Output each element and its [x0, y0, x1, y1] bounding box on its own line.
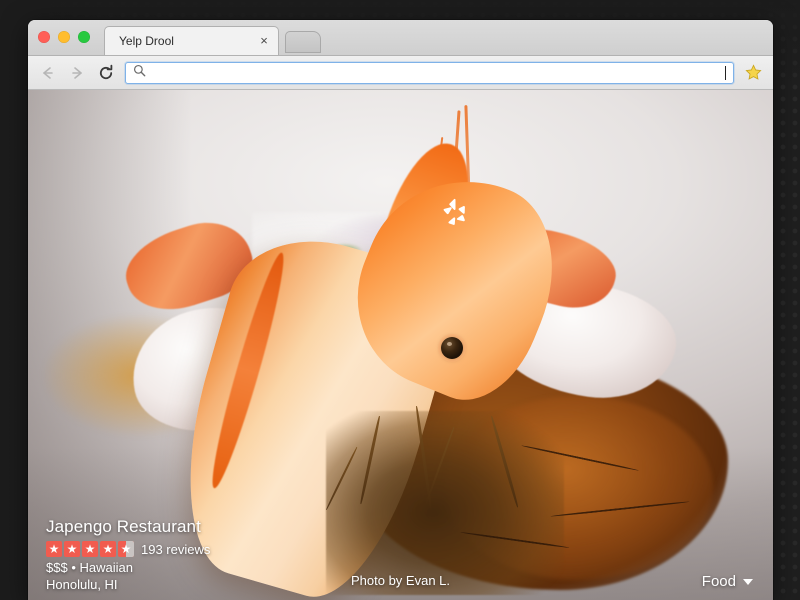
tab-strip: Yelp Drool ×	[28, 20, 773, 56]
back-arrow-icon[interactable]	[38, 63, 58, 83]
chevron-down-icon	[743, 578, 753, 585]
category-filter-dropdown[interactable]: Food	[702, 573, 753, 590]
star-icon[interactable]	[743, 63, 763, 83]
category-filter-label: Food	[701, 573, 736, 590]
minimize-window-button[interactable]	[58, 31, 70, 43]
browser-window: Yelp Drool × Japengo Restaurant ★ ★ ★ ★ …	[28, 20, 773, 600]
address-bar[interactable]	[125, 61, 734, 84]
tab-title: Yelp Drool	[119, 34, 174, 48]
text-caret	[725, 65, 726, 80]
browser-toolbar	[28, 56, 773, 90]
close-tab-button[interactable]: ×	[256, 33, 272, 49]
search-icon	[133, 64, 146, 82]
seaweed-nest	[326, 411, 565, 595]
yelp-burst-logo	[442, 198, 468, 226]
window-controls	[38, 20, 104, 55]
photo-viewer[interactable]: Japengo Restaurant ★ ★ ★ ★ ★ 193 reviews…	[28, 90, 773, 600]
close-window-button[interactable]	[38, 31, 50, 43]
reload-icon[interactable]	[96, 63, 116, 83]
maximize-window-button[interactable]	[78, 31, 90, 43]
forward-arrow-icon[interactable]	[67, 63, 87, 83]
browser-tab[interactable]: Yelp Drool ×	[104, 26, 279, 55]
new-tab-button[interactable]	[285, 31, 321, 53]
dish-photo	[28, 90, 773, 600]
